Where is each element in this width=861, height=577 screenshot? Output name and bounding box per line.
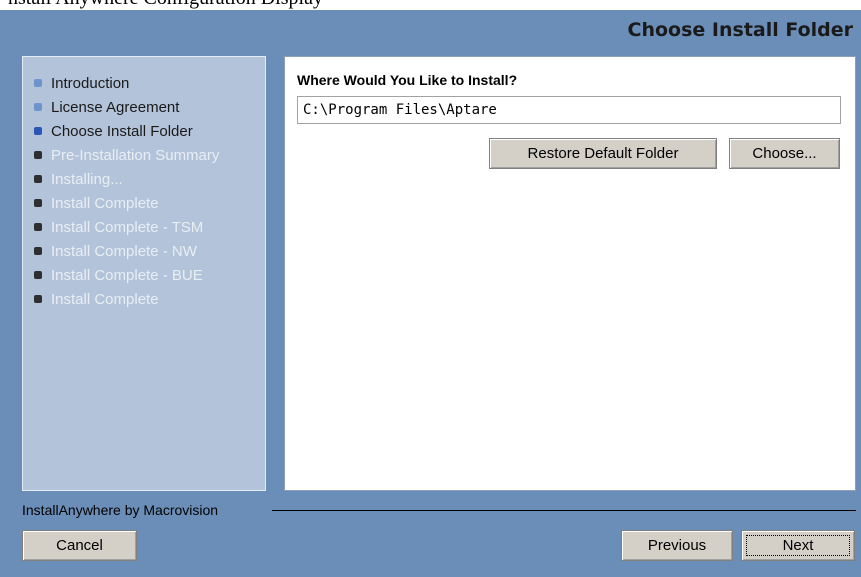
step-bullet-icon: [34, 199, 42, 207]
step-license-agreement: License Agreement: [34, 95, 219, 119]
step-label: Pre-Installation Summary: [51, 146, 220, 164]
step-bullet-icon: [34, 103, 42, 111]
cancel-button[interactable]: Cancel: [22, 530, 137, 561]
steps-list: Introduction License Agreement Choose In…: [34, 71, 219, 311]
step-label: Install Complete - BUE: [51, 266, 203, 284]
step-label: Install Complete: [51, 194, 159, 212]
step-label: Introduction: [51, 74, 130, 92]
main-content: Where Would You Like to Install? Restore…: [284, 56, 856, 491]
step-install-complete-bue: Install Complete - BUE: [34, 263, 219, 287]
step-bullet-icon: [34, 79, 42, 87]
vendor-label: InstallAnywhere by Macrovision: [22, 502, 219, 518]
top-strip: nstall Anywhere Configuration Display: [0, 0, 861, 10]
step-label: Installing...: [51, 170, 123, 188]
step-introduction: Introduction: [34, 71, 219, 95]
step-bullet-icon: [34, 175, 42, 183]
step-label: Install Complete - TSM: [51, 218, 204, 236]
step-install-complete-tsm: Install Complete - TSM: [34, 215, 219, 239]
top-strip-text: nstall Anywhere Configuration Display: [8, 0, 323, 10]
step-bullet-icon: [34, 127, 42, 135]
step-choose-install-folder: Choose Install Folder: [34, 119, 219, 143]
footer-divider: [272, 510, 856, 511]
installer-window: Choose Install Folder Introduction Licen…: [0, 10, 861, 577]
step-bullet-icon: [34, 271, 42, 279]
step-bullet-icon: [34, 151, 42, 159]
install-path-input[interactable]: [297, 96, 841, 124]
step-label: Choose Install Folder: [51, 122, 193, 140]
next-button[interactable]: Next: [741, 530, 855, 561]
step-bullet-icon: [34, 295, 42, 303]
step-install-complete-final: Install Complete: [34, 287, 219, 311]
step-install-complete: Install Complete: [34, 191, 219, 215]
install-location-prompt: Where Would You Like to Install?: [297, 72, 518, 88]
step-label: Install Complete: [51, 290, 159, 308]
step-pre-installation-summary: Pre-Installation Summary: [34, 143, 219, 167]
step-bullet-icon: [34, 223, 42, 231]
step-label: Install Complete - NW: [51, 242, 197, 260]
step-bullet-icon: [34, 247, 42, 255]
steps-panel: Introduction License Agreement Choose In…: [22, 56, 266, 491]
step-installing: Installing...: [34, 167, 219, 191]
page-title: Choose Install Folder: [627, 19, 853, 41]
restore-default-folder-button[interactable]: Restore Default Folder: [489, 138, 717, 169]
step-label: License Agreement: [51, 98, 180, 116]
previous-button[interactable]: Previous: [621, 530, 733, 561]
next-button-label: Next: [782, 537, 814, 554]
step-install-complete-nw: Install Complete - NW: [34, 239, 219, 263]
choose-folder-button[interactable]: Choose...: [729, 138, 840, 169]
